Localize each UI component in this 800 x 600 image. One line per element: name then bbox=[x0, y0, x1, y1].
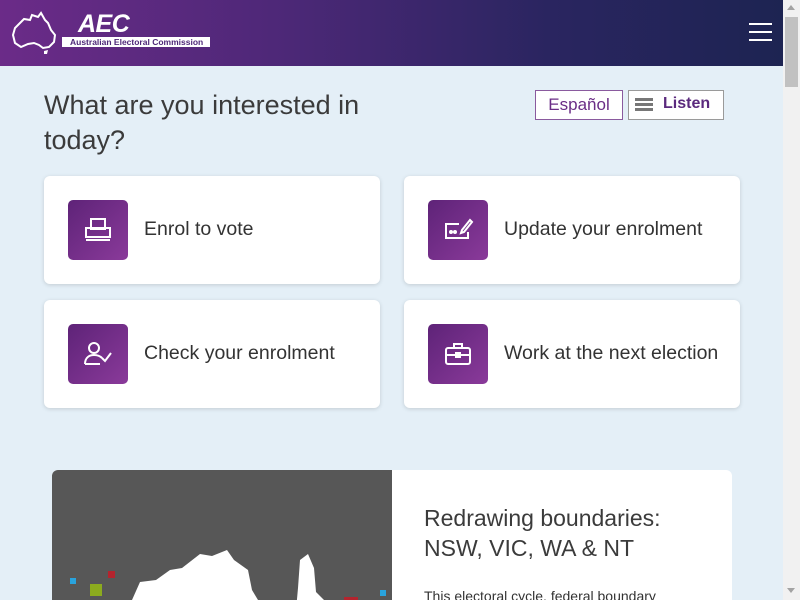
printer-form-icon bbox=[68, 200, 128, 260]
page-question: What are you interested in today? bbox=[44, 90, 360, 155]
scroll-down-arrow-icon[interactable] bbox=[787, 588, 795, 593]
feature-title: Redrawing boundaries: NSW, VIC, WA & NT bbox=[424, 505, 661, 561]
card-label: Check your enrolment bbox=[144, 342, 335, 364]
logo-title: AEC bbox=[78, 10, 130, 38]
card-work-at-election[interactable]: Work at the next election bbox=[404, 300, 740, 408]
card-label: Enrol to vote bbox=[144, 218, 254, 240]
card-check-enrolment[interactable]: Check your enrolment bbox=[44, 300, 380, 408]
menu-button[interactable] bbox=[749, 23, 772, 43]
listen-label: Listen bbox=[663, 95, 711, 112]
user-check-icon bbox=[68, 324, 128, 384]
logo-subtitle: Australian Electoral Commission bbox=[70, 37, 204, 47]
card-label: Work at the next election bbox=[504, 342, 719, 364]
card-label: Update your enrolment bbox=[504, 218, 703, 240]
feature-text: This electoral cycle, federal boundary bbox=[424, 588, 656, 600]
site-header: AEC Australian Electoral Commission bbox=[0, 0, 783, 66]
scrollbar-thumb[interactable] bbox=[785, 17, 798, 87]
espanol-button[interactable]: Español bbox=[535, 90, 623, 120]
australia-map-icon bbox=[11, 11, 57, 54]
briefcase-icon bbox=[428, 324, 488, 384]
vertical-scrollbar[interactable] bbox=[783, 0, 800, 600]
listen-button[interactable]: Listen bbox=[628, 90, 724, 120]
hamburger-icon bbox=[749, 23, 772, 25]
feature-redrawing-boundaries[interactable]: Redrawing boundaries: NSW, VIC, WA & NT … bbox=[52, 470, 732, 600]
card-enrol-to-vote[interactable]: Enrol to vote bbox=[44, 176, 380, 284]
scroll-up-arrow-icon[interactable] bbox=[787, 5, 795, 10]
feature-map-image bbox=[52, 470, 392, 600]
listen-icon bbox=[635, 98, 653, 112]
card-update-enrolment[interactable]: Update your enrolment bbox=[404, 176, 740, 284]
aec-logo[interactable]: AEC Australian Electoral Commission bbox=[10, 9, 215, 55]
edit-form-icon bbox=[428, 200, 488, 260]
